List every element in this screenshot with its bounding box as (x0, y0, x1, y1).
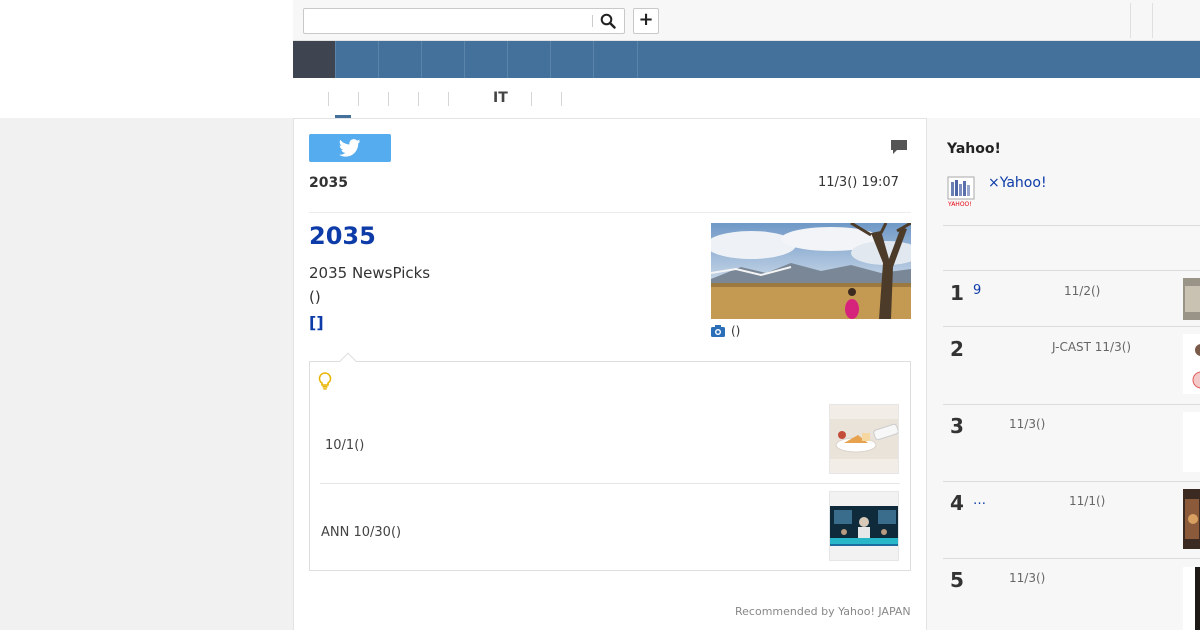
search-button[interactable] (596, 11, 620, 31)
rank-number: 5 (950, 568, 964, 592)
sidebar-divider (943, 558, 1200, 559)
rank-thumbnail[interactable] (1183, 489, 1200, 549)
article-lead-sub: () (309, 288, 321, 306)
rank-meta: 11/2() (1064, 284, 1101, 298)
svg-text:YAHOO!: YAHOO! (947, 201, 972, 208)
related-box-notch (339, 352, 357, 370)
article-photo[interactable] (711, 223, 911, 319)
lightbulb-icon (318, 372, 332, 394)
header-divider (1130, 3, 1131, 38)
main-nav (293, 41, 1200, 78)
subnav-separator (531, 92, 532, 106)
search-bar: + (293, 0, 1200, 41)
rank-number: 4 (950, 491, 964, 515)
nav-item[interactable] (336, 41, 379, 78)
yahoo-logo-icon[interactable]: YAHOO! (947, 176, 977, 208)
subnav-separator (418, 92, 419, 106)
search-box (303, 8, 625, 34)
rank-meta: 11/3() (1009, 417, 1046, 431)
nav-item[interactable] (422, 41, 465, 78)
related-item-text[interactable]: 10/1() (325, 438, 364, 453)
related-item-thumbnail[interactable] (829, 404, 899, 474)
add-button[interactable]: + (633, 8, 659, 34)
rank-link[interactable]: 9 (973, 283, 981, 298)
nav-item[interactable] (551, 41, 594, 78)
subnav-separator (358, 92, 359, 106)
sidebar-divider (943, 404, 1200, 405)
nav-item[interactable] (379, 41, 422, 78)
rank-meta: J-CAST 11/3() (1052, 340, 1132, 354)
subnav-item-it[interactable]: IT (493, 90, 508, 106)
sidebar-title: Yahoo! (947, 141, 1001, 157)
nav-item[interactable] (594, 41, 638, 78)
article-source: 2035 (309, 175, 348, 191)
subnav-separator (561, 92, 562, 106)
rank-number: 2 (950, 337, 964, 361)
sidebar-divider (943, 270, 1200, 271)
subnav-separator (328, 92, 329, 106)
search-icon (600, 13, 616, 29)
related-item-text[interactable]: ANN 10/30() (321, 525, 401, 540)
nav-item-top[interactable] (293, 41, 336, 78)
rank-meta: 11/3() (1009, 571, 1046, 585)
article-timestamp: 11/3() 19:07 (818, 175, 899, 190)
rank-thumbnail[interactable] (1183, 334, 1200, 394)
camera-icon (711, 325, 725, 337)
twitter-share-button[interactable] (309, 134, 391, 162)
recommended-by-label: Recommended by Yahoo! JAPAN (735, 605, 911, 618)
category-subnav: IT (293, 78, 1200, 118)
article-panel: 2035 11/3() 19:07 2035 2035 NewsPicks ()… (293, 118, 927, 630)
rank-number: 3 (950, 414, 964, 438)
related-item-thumbnail[interactable] (829, 491, 899, 561)
rank-thumbnail[interactable] (1183, 278, 1200, 320)
article-headline[interactable]: 2035 (309, 222, 376, 250)
rank-meta: 11/1() (1069, 494, 1106, 508)
rank-link[interactable]: … (973, 493, 986, 508)
photo-caption-text: () (731, 324, 741, 338)
subnav-separator (448, 92, 449, 106)
nav-item[interactable] (508, 41, 551, 78)
subnav-separator (388, 92, 389, 106)
read-more-link[interactable]: [] (309, 313, 324, 332)
sidebar-promo-link[interactable]: ×Yahoo! (988, 175, 1047, 191)
header-divider (1152, 3, 1153, 38)
twitter-bird-icon (339, 139, 361, 157)
search-input[interactable] (304, 9, 592, 33)
sidebar-ranking: Yahoo! YAHOO! ×Yahoo! 1 9 11/2() 2 J-CAS… (927, 118, 1200, 630)
sidebar-divider (943, 326, 1200, 327)
nav-item[interactable] (465, 41, 508, 78)
sidebar-divider (943, 481, 1200, 482)
comment-icon[interactable] (890, 139, 908, 159)
rank-thumbnail[interactable] (1183, 412, 1200, 472)
article-divider (309, 212, 911, 213)
related-divider (320, 483, 900, 484)
related-articles-box: 10/1() ANN 10/30() (309, 352, 911, 571)
photo-caption: () (711, 324, 740, 338)
article-lead: 2035 NewsPicks (309, 264, 431, 282)
rank-number: 1 (950, 281, 964, 305)
search-separator (592, 15, 593, 27)
sidebar-divider (943, 225, 1200, 226)
rank-thumbnail[interactable] (1183, 567, 1200, 630)
